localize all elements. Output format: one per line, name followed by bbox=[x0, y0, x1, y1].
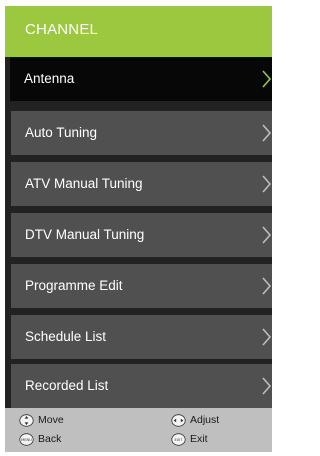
chevron-right-icon bbox=[262, 175, 272, 193]
menu-item-dtv-manual-tuning[interactable]: DTV Manual Tuning bbox=[11, 213, 272, 257]
svg-text:EXIT: EXIT bbox=[175, 438, 184, 442]
hint-adjust-label: Adjust bbox=[190, 414, 220, 426]
key-hint-bar: Move Adjust MENU Back EXIT Exit bbox=[5, 408, 272, 452]
hint-exit: EXIT Exit bbox=[171, 430, 208, 448]
menu-key-icon: MENU bbox=[19, 432, 34, 446]
menu-item-programme-edit[interactable]: Programme Edit bbox=[11, 264, 272, 308]
menu-item-label: Antenna bbox=[24, 71, 75, 86]
up-down-arrows-icon bbox=[19, 413, 34, 427]
menu-item-auto-tuning[interactable]: Auto Tuning bbox=[11, 111, 272, 155]
menu-item-schedule-list[interactable]: Schedule List bbox=[11, 315, 272, 359]
menu-item-atv-manual-tuning[interactable]: ATV Manual Tuning bbox=[11, 162, 272, 206]
menu-item-label: Schedule List bbox=[25, 329, 107, 344]
menu-item-label: Programme Edit bbox=[25, 278, 123, 293]
menu-item-label: Auto Tuning bbox=[25, 125, 98, 140]
channel-menu-panel: CHANNEL Antenna Auto Tuning ATV Manual T… bbox=[0, 0, 272, 456]
chevron-right-icon bbox=[262, 377, 272, 395]
exit-key-icon: EXIT bbox=[171, 432, 186, 446]
menu-item-label: ATV Manual Tuning bbox=[25, 176, 143, 191]
hint-move: Move bbox=[19, 411, 64, 429]
chevron-right-icon bbox=[262, 277, 272, 295]
menu-item-recorded-list[interactable]: Recorded List bbox=[11, 364, 272, 408]
hint-move-label: Move bbox=[38, 414, 64, 426]
menu-item-antenna[interactable]: Antenna bbox=[10, 57, 272, 101]
chevron-right-icon bbox=[262, 226, 272, 244]
menu-title: CHANNEL bbox=[25, 21, 99, 38]
svg-text:MENU: MENU bbox=[21, 438, 32, 442]
hint-adjust: Adjust bbox=[171, 411, 219, 429]
hint-back: MENU Back bbox=[19, 430, 61, 448]
hint-exit-label: Exit bbox=[190, 433, 208, 445]
menu-item-label: DTV Manual Tuning bbox=[25, 227, 145, 242]
chevron-right-icon bbox=[262, 328, 272, 346]
menu-list: Antenna Auto Tuning ATV Manual Tuning DT… bbox=[5, 57, 272, 408]
chevron-right-icon bbox=[262, 124, 272, 142]
menu-header: CHANNEL bbox=[5, 6, 272, 57]
left-right-arrows-icon bbox=[171, 413, 186, 427]
chevron-right-icon bbox=[262, 70, 272, 88]
hint-back-label: Back bbox=[38, 433, 62, 445]
menu-item-label: Recorded List bbox=[25, 378, 109, 393]
